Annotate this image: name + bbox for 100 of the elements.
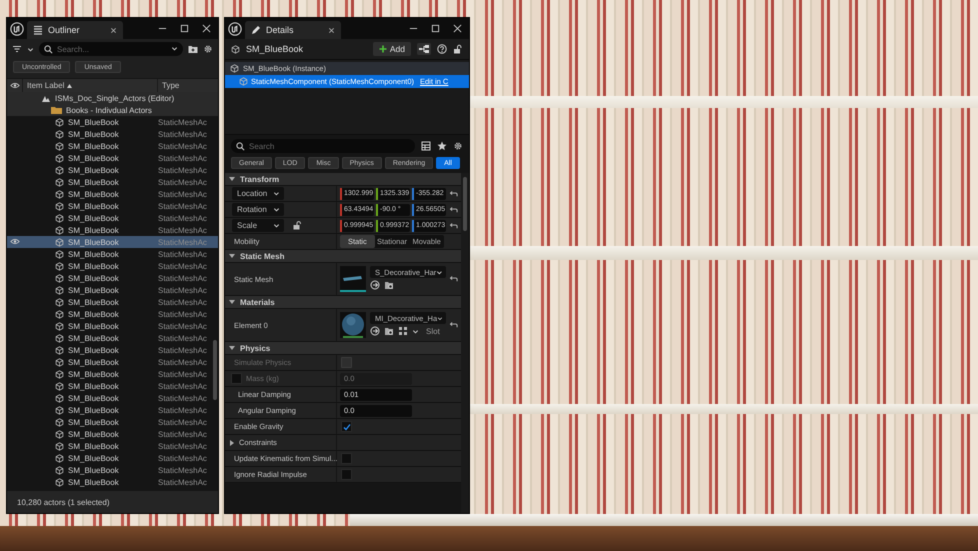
actor-row[interactable]: SM_BlueBook StaticMeshAc <box>7 428 218 440</box>
actor-row[interactable]: SM_BlueBook StaticMeshAc <box>7 284 218 296</box>
chevron-icon <box>27 46 34 52</box>
search-field[interactable]: Search <box>231 139 415 153</box>
transform-mode-dropdown[interactable]: Rotation <box>232 203 284 216</box>
actor-row[interactable]: SM_BlueBook StaticMeshAc <box>7 248 218 260</box>
actor-row[interactable]: SM_BlueBook StaticMeshAc <box>7 452 218 464</box>
table-view-icon[interactable] <box>421 141 431 151</box>
reset-arrow-icon[interactable] <box>449 222 458 230</box>
actor-row[interactable]: SM_BlueBook StaticMeshAc <box>7 476 218 488</box>
close-tab-icon[interactable] <box>110 26 117 34</box>
visibility-column-icon[interactable] <box>10 82 20 89</box>
actor-label: SM_BlueBook <box>68 370 119 378</box>
static-mesh-icon <box>239 77 248 86</box>
section-header[interactable]: Physics <box>225 342 461 355</box>
unlocked-padlock-icon[interactable] <box>293 221 301 230</box>
actor-row[interactable]: SM_BlueBook StaticMeshAc <box>7 368 218 380</box>
column-header[interactable]: Item Label <box>27 81 64 90</box>
actor-label: SM_BlueBook <box>68 478 119 486</box>
checkbox[interactable] <box>341 421 352 432</box>
use-selected-icon[interactable] <box>370 326 380 336</box>
actor-row[interactable]: SM_BlueBook StaticMeshAc <box>7 116 218 128</box>
hierarchy-icon[interactable] <box>417 43 431 55</box>
filter-icon[interactable] <box>12 44 22 54</box>
scrollbar-thumb[interactable] <box>463 177 467 231</box>
scrollbar-thumb[interactable] <box>213 340 217 400</box>
actor-row[interactable]: SM_BlueBook StaticMeshAc <box>7 212 218 224</box>
search-field[interactable]: Search... <box>39 42 183 56</box>
actor-row[interactable]: SM_BlueBook StaticMeshAc <box>7 188 218 200</box>
actor-row[interactable]: SM_BlueBook StaticMeshAc <box>7 464 218 476</box>
reset-arrow-icon[interactable] <box>449 275 458 283</box>
actor-row[interactable]: SM_BlueBook StaticMeshAc <box>7 404 218 416</box>
actor-row[interactable]: SM_BlueBook StaticMeshAc <box>7 152 218 164</box>
actor-type: StaticMeshAc <box>158 382 208 390</box>
column-header[interactable]: Type <box>158 81 212 90</box>
close-tab-icon[interactable] <box>328 26 335 34</box>
checkbox[interactable] <box>341 469 352 480</box>
actor-row[interactable]: SM_BlueBook StaticMeshAc <box>7 236 218 248</box>
actor-label: SM_BlueBook <box>68 430 119 438</box>
actor-type: StaticMeshAc <box>158 286 208 294</box>
transform-mode-dropdown[interactable]: Location <box>232 187 284 200</box>
expand-arrow-icon[interactable] <box>229 440 235 446</box>
actor-row[interactable]: SM_BlueBook StaticMeshAc <box>7 164 218 176</box>
static-mesh-icon <box>55 238 64 246</box>
maximize-icon[interactable] <box>180 24 189 33</box>
plus-icon <box>378 45 387 53</box>
maximize-icon[interactable] <box>431 24 440 33</box>
actor-row[interactable]: SM_BlueBook StaticMeshAc <box>7 440 218 452</box>
add-folder-icon[interactable] <box>188 44 198 54</box>
checker-grid-icon[interactable] <box>398 326 408 336</box>
actor-row[interactable]: SM_BlueBook StaticMeshAc <box>7 308 218 320</box>
actor-row[interactable]: SM_BlueBook StaticMeshAc <box>7 416 218 428</box>
transform-mode-dropdown[interactable]: Scale <box>232 219 284 232</box>
actor-row[interactable]: SM_BlueBook StaticMeshAc <box>7 260 218 272</box>
unlocked-padlock-icon[interactable] <box>453 44 463 54</box>
settings-icon[interactable] <box>453 141 463 151</box>
actor-row[interactable]: SM_BlueBook StaticMeshAc <box>7 128 218 140</box>
actor-label: SM_BlueBook <box>68 118 119 126</box>
section-header[interactable]: Transform <box>225 173 461 186</box>
reset-arrow-icon[interactable] <box>449 206 458 214</box>
section-title: Transform <box>240 174 280 184</box>
static-mesh-icon <box>55 226 64 234</box>
reset-arrow-icon[interactable] <box>449 190 458 198</box>
actor-row[interactable]: SM_BlueBook StaticMeshAc <box>7 344 218 356</box>
settings-icon[interactable] <box>203 44 213 54</box>
actor-label: SM_BlueBook <box>68 406 119 414</box>
close-icon[interactable] <box>202 24 211 33</box>
star-icon[interactable] <box>437 141 447 151</box>
actor-row[interactable]: SM_BlueBook StaticMeshAc <box>7 272 218 284</box>
actor-row[interactable]: SM_BlueBook StaticMeshAc <box>7 200 218 212</box>
details-tab[interactable]: Details <box>245 21 341 39</box>
actor-row[interactable]: SM_BlueBook StaticMeshAc <box>7 140 218 152</box>
actor-type: StaticMeshAc <box>158 346 208 354</box>
use-selected-icon[interactable] <box>370 280 380 290</box>
browse-folder-icon[interactable] <box>384 326 394 336</box>
sort-ascending-icon[interactable] <box>67 84 72 88</box>
browse-folder-icon[interactable] <box>384 280 394 290</box>
outliner-tab[interactable]: Outliner <box>27 21 123 39</box>
tab-title: Details <box>266 25 295 35</box>
actor-row[interactable]: SM_BlueBook StaticMeshAc <box>7 176 218 188</box>
actor-label: SM_BlueBook <box>68 394 119 402</box>
section-header[interactable]: Materials <box>225 296 461 309</box>
actor-row[interactable]: SM_BlueBook StaticMeshAc <box>7 380 218 392</box>
actor-label: SM_BlueBook <box>68 214 119 222</box>
section-header[interactable]: Static Mesh <box>225 250 461 263</box>
actor-type: StaticMeshAc <box>158 178 208 186</box>
dropdown-chevron-icon <box>171 45 178 52</box>
close-icon[interactable] <box>453 24 462 33</box>
static-mesh-icon <box>55 346 64 354</box>
actor-row[interactable]: SM_BlueBook StaticMeshAc <box>7 392 218 404</box>
actor-row[interactable]: SM_BlueBook StaticMeshAc <box>7 320 218 332</box>
actor-row[interactable]: SM_BlueBook StaticMeshAc <box>7 332 218 344</box>
actor-row[interactable]: SM_BlueBook StaticMeshAc <box>7 224 218 236</box>
actor-row[interactable]: SM_BlueBook StaticMeshAc <box>7 296 218 308</box>
actor-row[interactable]: SM_BlueBook StaticMeshAc <box>7 356 218 368</box>
reset-arrow-icon[interactable] <box>449 321 458 329</box>
visibility-eye-icon[interactable] <box>10 238 20 244</box>
help-icon[interactable] <box>437 44 447 54</box>
checkbox[interactable] <box>341 453 352 464</box>
add-component-button[interactable]: Add <box>372 42 411 56</box>
